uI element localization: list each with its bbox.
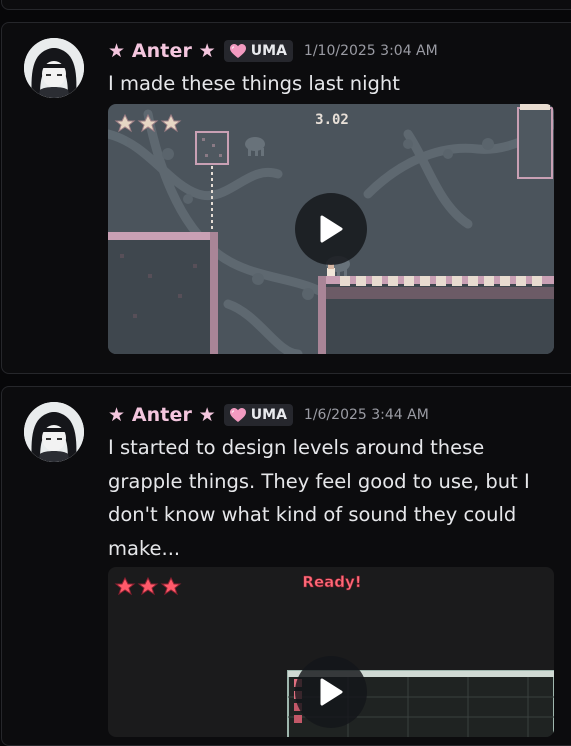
server-tag-label: UMA — [250, 407, 287, 423]
author-name[interactable]: ★ Anter ★ — [108, 404, 216, 426]
message-timestamp[interactable]: 1/6/2025 3:44 AM — [304, 407, 429, 423]
video-attachment[interactable]: 3.02 — [108, 104, 554, 354]
hud-ready-text: Ready! — [302, 573, 361, 591]
server-tag-label: UMA — [250, 43, 287, 59]
message-line: grapple things. They feel good to use, b… — [108, 469, 530, 493]
user-avatar[interactable] — [24, 402, 84, 462]
message-line: don't know what kind of sound they could — [108, 503, 517, 526]
message-header: ★ Anter ★ UMA 1/10/2025 3:04 AM — [108, 40, 438, 62]
message-timestamp[interactable]: 1/10/2025 3:04 AM — [304, 43, 438, 59]
previous-message-card — [1, 0, 571, 10]
message-content: I started to design levels around these … — [108, 431, 553, 565]
avatar-image — [24, 38, 84, 98]
heart-icon — [229, 408, 246, 422]
play-button[interactable] — [295, 193, 367, 265]
avatar-image — [24, 402, 84, 462]
play-button[interactable] — [295, 656, 367, 728]
video-attachment[interactable]: Ready! — [108, 567, 554, 737]
user-avatar[interactable] — [24, 38, 84, 98]
message-content: I made these things last night — [108, 67, 553, 101]
heart-icon — [229, 44, 246, 58]
play-icon — [320, 678, 343, 706]
message-line: I started to design levels around these — [108, 436, 485, 459]
message-line: I made these things last night — [108, 72, 400, 95]
author-name[interactable]: ★ Anter ★ — [108, 40, 216, 62]
message-header: ★ Anter ★ UMA 1/6/2025 3:44 AM — [108, 404, 429, 426]
message-line: make... — [108, 536, 181, 560]
play-icon — [320, 215, 343, 243]
server-tag-badge[interactable]: UMA — [223, 40, 293, 62]
server-tag-badge[interactable]: UMA — [223, 404, 293, 426]
hud-timer: 3.02 — [315, 112, 349, 128]
